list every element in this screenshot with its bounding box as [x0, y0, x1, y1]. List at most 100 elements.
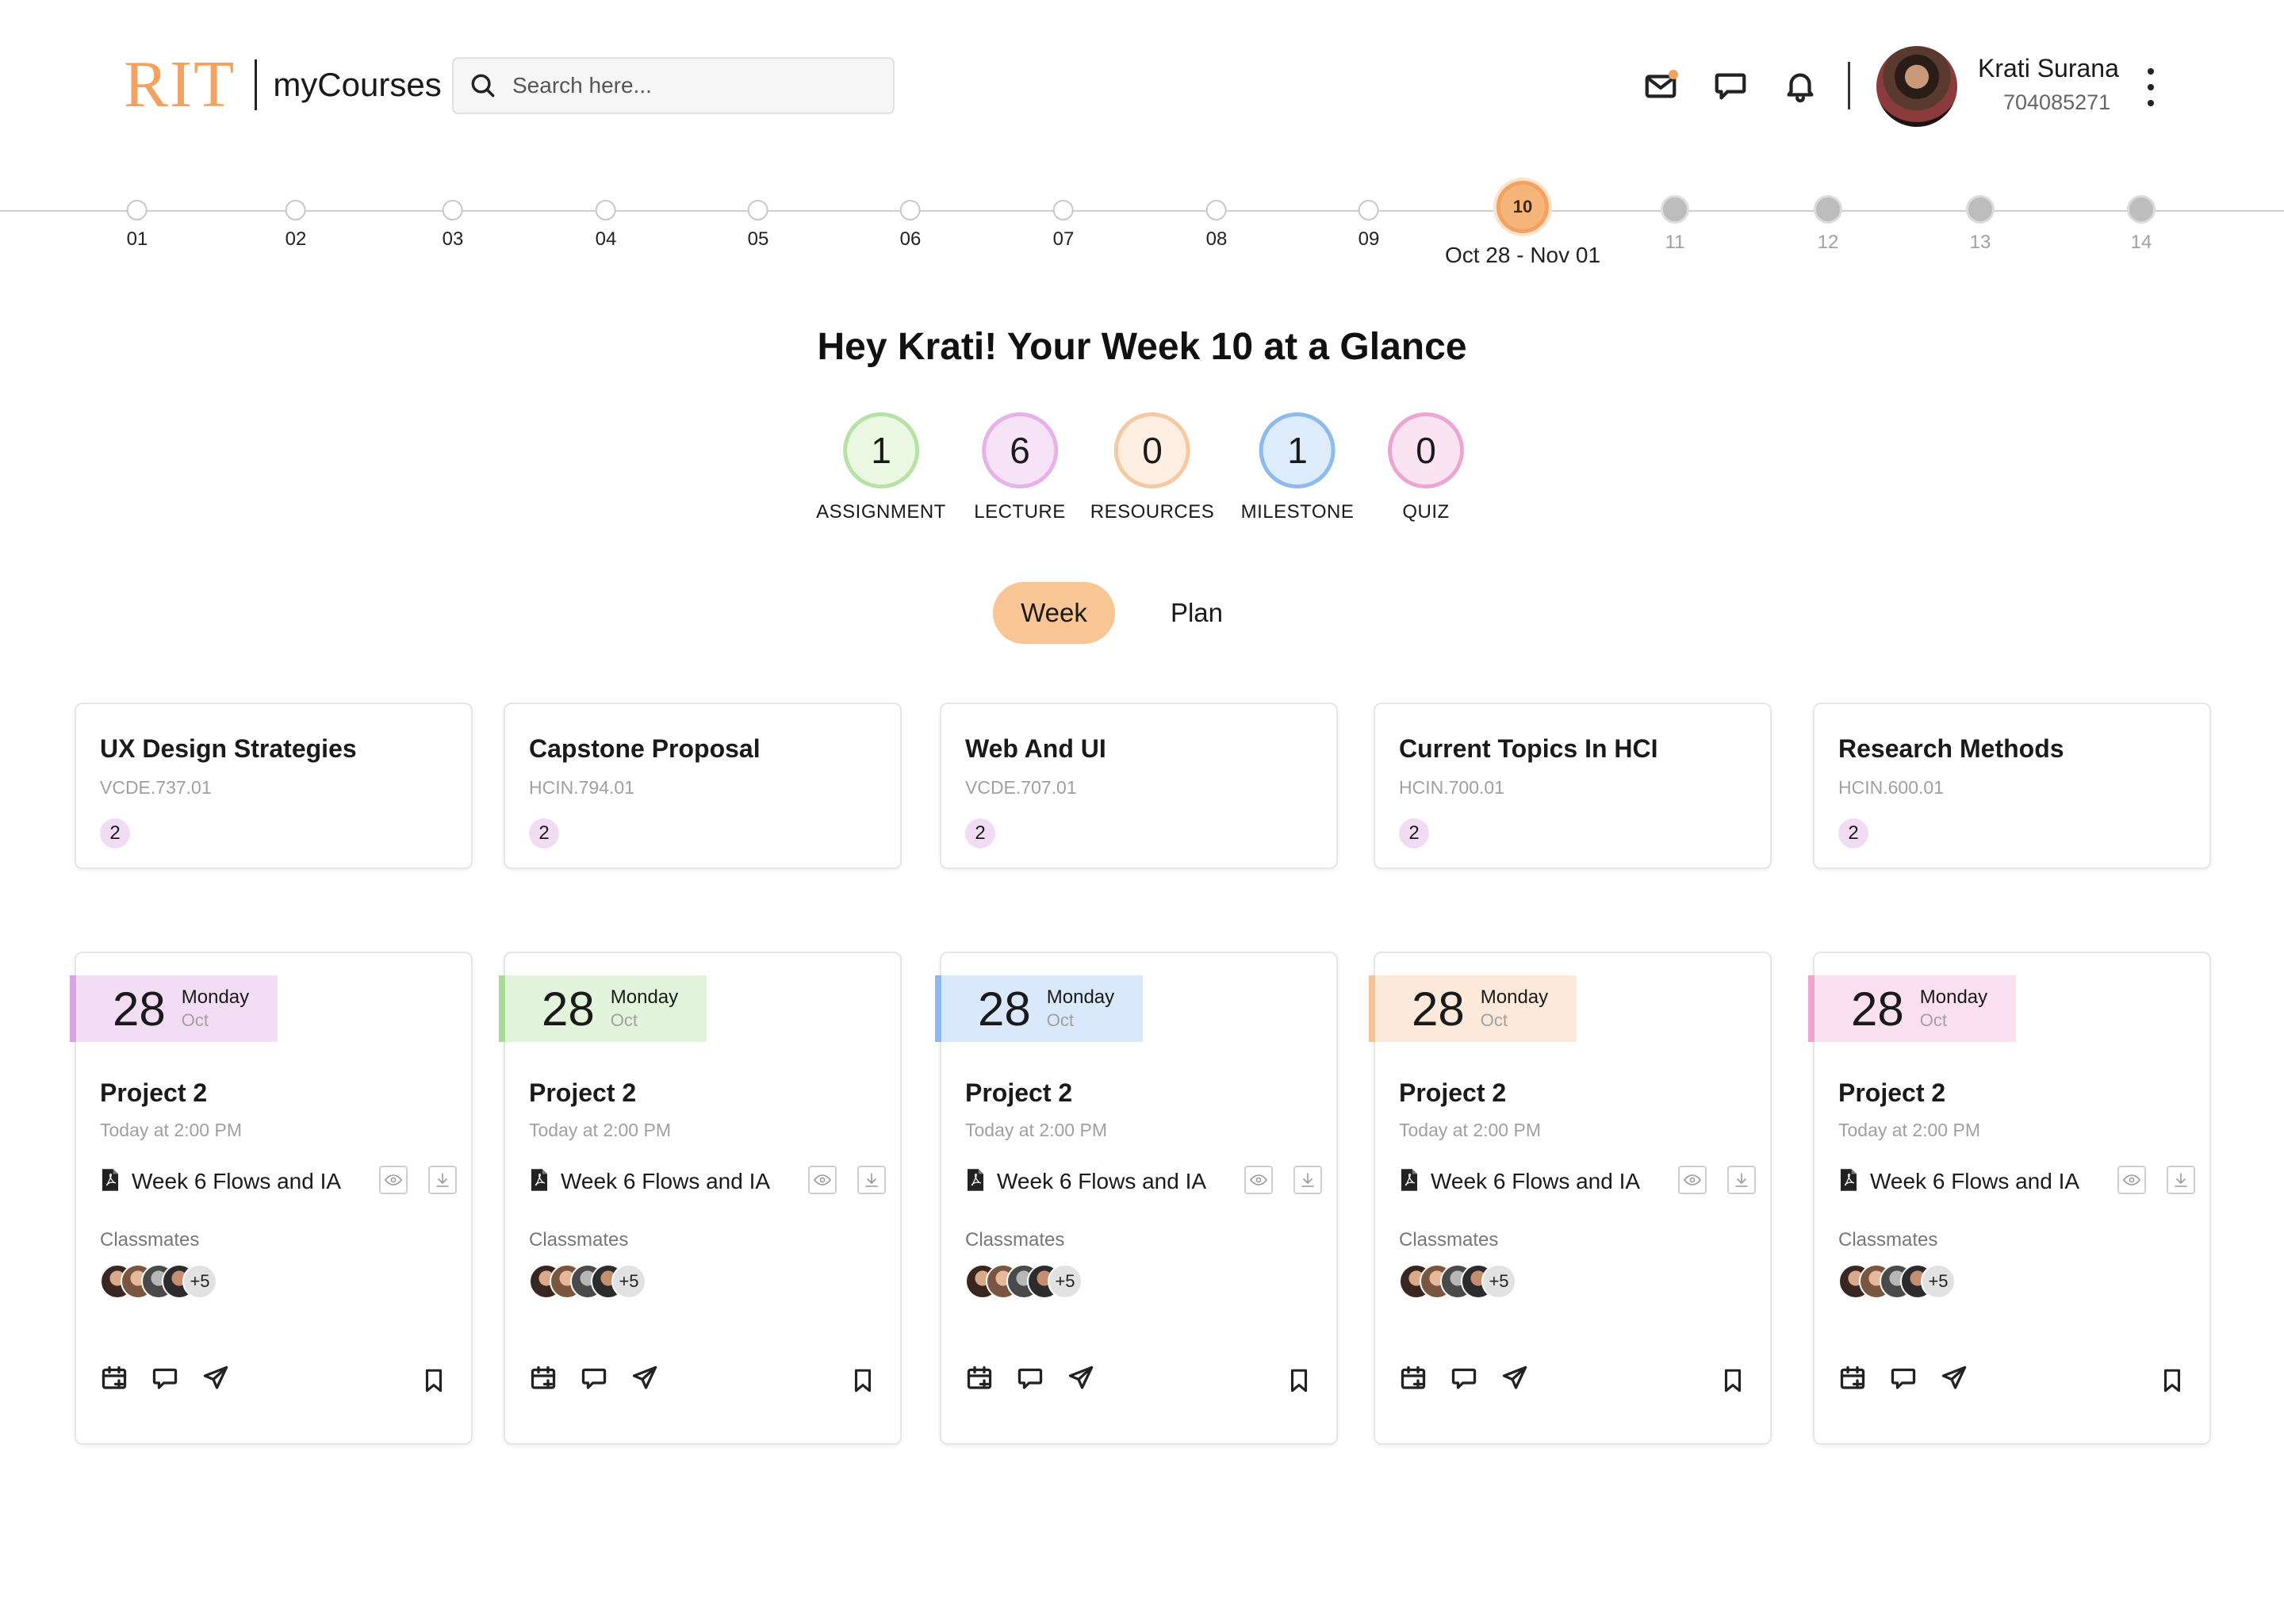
timeline-week-14[interactable]: 14	[2127, 195, 2156, 254]
course-card[interactable]: Capstone Proposal HCIN.794.01 2	[504, 703, 902, 869]
notifications-button[interactable]	[1781, 67, 1819, 105]
task-card[interactable]: 28 Monday Oct Project 2 Today at 2:00 PM Week…	[499, 952, 902, 1445]
timeline-week-10[interactable]: 10 Oct 28 - Nov 01	[1445, 181, 1600, 268]
eye-icon[interactable]	[379, 1166, 408, 1194]
timeline-week-08[interactable]: 08	[1206, 200, 1227, 251]
timeline-week-05[interactable]: 05	[747, 200, 768, 251]
task-card[interactable]: 28 Monday Oct Project 2 Today at 2:00 PM Week…	[1808, 952, 2211, 1445]
comment-icon[interactable]	[1450, 1364, 1478, 1396]
date-day: 28	[978, 982, 1031, 1036]
file-name[interactable]: Week 6 Flows and IA	[1870, 1169, 2079, 1194]
timeline-dot	[285, 200, 306, 220]
more-vertical-icon[interactable]	[2141, 68, 2160, 106]
file-row[interactable]: Week 6 Flows and IA	[1838, 1166, 2195, 1197]
search-bar[interactable]	[452, 57, 895, 114]
classmate-avatars[interactable]: +5	[529, 1264, 646, 1299]
date-weekday: Monday	[1919, 986, 1988, 1008]
course-title: Web And UI	[965, 734, 1106, 763]
classmate-avatars[interactable]: +5	[100, 1264, 217, 1299]
send-icon[interactable]	[630, 1364, 659, 1396]
timeline-week-label: 11	[1665, 232, 1685, 253]
mail-button[interactable]	[1642, 67, 1680, 105]
file-name[interactable]: Week 6 Flows and IA	[997, 1169, 1206, 1194]
timeline-week-06[interactable]: 06	[900, 200, 921, 251]
file-name[interactable]: Week 6 Flows and IA	[561, 1169, 770, 1194]
card-actions	[965, 1364, 1095, 1396]
chat-button[interactable]	[1711, 67, 1749, 105]
timeline-week-03[interactable]: 03	[443, 200, 463, 251]
pdf-file-icon	[100, 1168, 121, 1196]
classmate-avatars[interactable]: +5	[1399, 1264, 1516, 1299]
course-card[interactable]: Research Methods HCIN.600.01 2	[1813, 703, 2211, 869]
timeline-week-01[interactable]: 01	[127, 200, 148, 251]
bookmark-icon[interactable]	[849, 1367, 876, 1396]
course-card[interactable]: Web And UI VCDE.707.01 2	[940, 703, 1338, 869]
download-icon[interactable]	[2167, 1166, 2195, 1194]
week-toggle-button[interactable]: Week	[993, 582, 1115, 644]
file-row[interactable]: Week 6 Flows and IA	[529, 1166, 886, 1197]
send-icon[interactable]	[1940, 1364, 1968, 1396]
search-input[interactable]	[512, 73, 861, 98]
logo[interactable]: RIT myCourses	[124, 49, 442, 121]
download-icon[interactable]	[428, 1166, 457, 1194]
file-row[interactable]: Week 6 Flows and IA	[100, 1166, 457, 1197]
add-calendar-icon[interactable]	[1399, 1364, 1428, 1396]
timeline-week-13[interactable]: 13	[1966, 195, 1995, 254]
user-avatar[interactable]	[1876, 46, 1957, 127]
timeline-week-04[interactable]: 04	[596, 200, 616, 251]
download-icon[interactable]	[857, 1166, 886, 1194]
comment-icon[interactable]	[1889, 1364, 1918, 1396]
task-title: Project 2	[1838, 1078, 1946, 1107]
task-card[interactable]: 28 Monday Oct Project 2 Today at 2:00 PM Week…	[1369, 952, 1772, 1445]
file-name[interactable]: Week 6 Flows and IA	[132, 1169, 341, 1194]
comment-icon[interactable]	[580, 1364, 608, 1396]
add-calendar-icon[interactable]	[1838, 1364, 1867, 1396]
timeline-dot	[1052, 200, 1074, 220]
add-calendar-icon[interactable]	[965, 1364, 994, 1396]
download-icon[interactable]	[1727, 1166, 1756, 1194]
file-name[interactable]: Week 6 Flows and IA	[1431, 1169, 1640, 1194]
comment-icon[interactable]	[1016, 1364, 1044, 1396]
bookmark-icon[interactable]	[420, 1367, 447, 1396]
stat-assignment[interactable]: 1 ASSIGNMENT	[816, 412, 946, 523]
add-calendar-icon[interactable]	[529, 1364, 558, 1396]
more-classmates-badge: +5	[611, 1264, 646, 1299]
task-card[interactable]: 28 Monday Oct Project 2 Today at 2:00 PM Week…	[70, 952, 473, 1445]
timeline-week-12[interactable]: 12	[1814, 195, 1842, 254]
timeline-week-07[interactable]: 07	[1052, 200, 1074, 251]
download-icon[interactable]	[1293, 1166, 1322, 1194]
eye-icon[interactable]	[808, 1166, 837, 1194]
classmate-avatars[interactable]: +5	[965, 1264, 1083, 1299]
timeline-week-11[interactable]: 11	[1661, 195, 1689, 254]
task-card[interactable]: 28 Monday Oct Project 2 Today at 2:00 PM Week…	[935, 952, 1338, 1445]
course-card[interactable]: UX Design Strategies VCDE.737.01 2	[75, 703, 473, 869]
stat-quiz[interactable]: 0 QUIZ	[1388, 412, 1464, 523]
stat-lecture[interactable]: 6 LECTURE	[974, 412, 1066, 523]
file-row[interactable]: Week 6 Flows and IA	[1399, 1166, 1756, 1197]
add-calendar-icon[interactable]	[100, 1364, 128, 1396]
classmate-avatars[interactable]: +5	[1838, 1264, 1956, 1299]
send-icon[interactable]	[201, 1364, 230, 1396]
stat-resources[interactable]: 0 RESOURCES	[1090, 412, 1215, 523]
send-icon[interactable]	[1500, 1364, 1529, 1396]
timeline-week-09[interactable]: 09	[1359, 200, 1379, 251]
timeline-dot	[747, 200, 768, 220]
send-icon[interactable]	[1067, 1364, 1095, 1396]
stat-milestone[interactable]: 1 MILESTONE	[1241, 412, 1355, 523]
timeline-week-label: 02	[285, 228, 307, 250]
course-card[interactable]: Current Topics In HCI HCIN.700.01 2	[1374, 703, 1772, 869]
eye-icon[interactable]	[2117, 1166, 2146, 1194]
bookmark-icon[interactable]	[2159, 1367, 2186, 1396]
file-row[interactable]: Week 6 Flows and IA	[965, 1166, 1322, 1197]
comment-icon[interactable]	[151, 1364, 179, 1396]
date-meta: Monday Oct	[1920, 986, 1987, 1031]
stat-label: QUIZ	[1402, 501, 1450, 523]
timeline-dot	[1966, 195, 1995, 224]
eye-icon[interactable]	[1244, 1166, 1273, 1194]
bookmark-icon[interactable]	[1719, 1367, 1746, 1396]
timeline-week-02[interactable]: 02	[285, 200, 307, 251]
bookmark-icon[interactable]	[1286, 1367, 1313, 1396]
eye-icon[interactable]	[1678, 1166, 1707, 1194]
plan-toggle-button[interactable]: Plan	[1136, 582, 1258, 644]
date-tag: 28 Monday Oct	[70, 975, 278, 1042]
